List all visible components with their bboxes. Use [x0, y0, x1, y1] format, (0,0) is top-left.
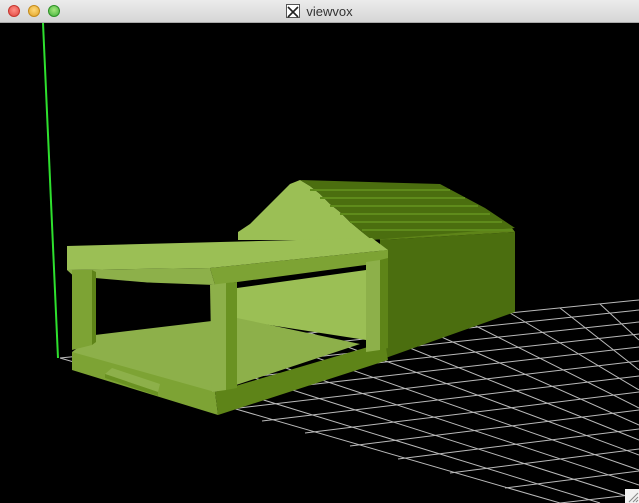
- 3d-viewport[interactable]: [0, 22, 639, 503]
- viewvox-window: viewvox: [0, 0, 639, 503]
- x11-icon: [286, 4, 301, 18]
- title-bar[interactable]: viewvox: [0, 0, 639, 23]
- voxel-scene[interactable]: [0, 22, 639, 503]
- title-group: viewvox: [0, 0, 639, 22]
- window-title: viewvox: [306, 3, 353, 19]
- resize-grip-icon[interactable]: [625, 489, 639, 503]
